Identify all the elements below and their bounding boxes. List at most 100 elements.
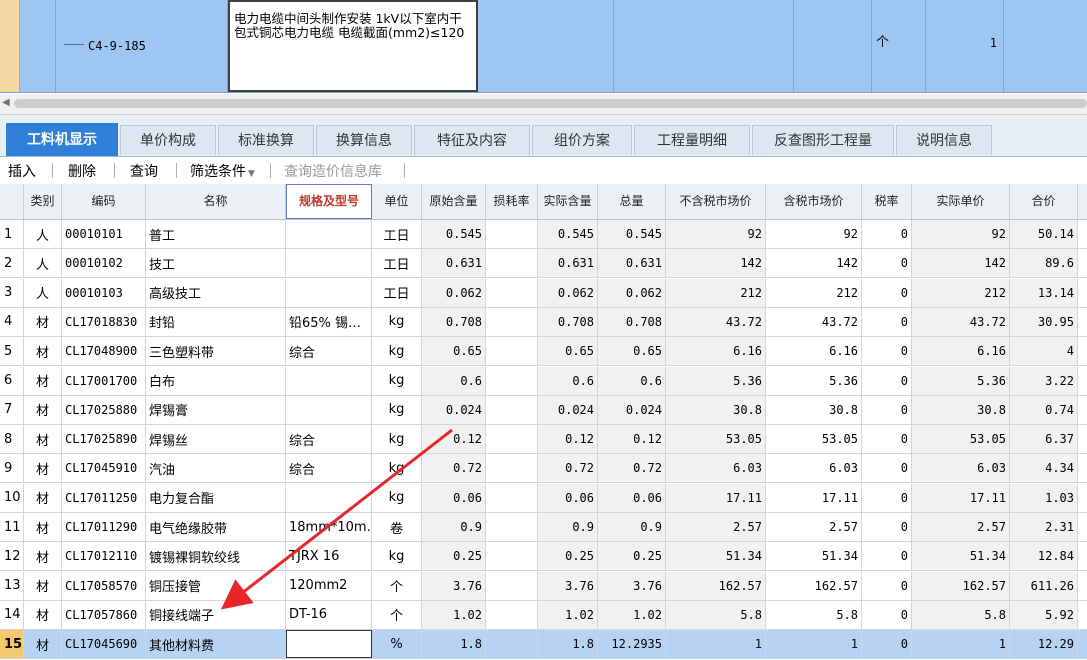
cell-actual-quantity[interactable]: 0.06 [538, 483, 598, 512]
cell-total[interactable]: 0.024 [598, 395, 666, 424]
cell-spec[interactable]: 综合 [286, 337, 372, 366]
cell-price-excl-tax[interactable]: 30.8 [666, 395, 766, 424]
cell-actual-quantity[interactable]: 0.708 [538, 307, 598, 336]
header-tax-rate[interactable]: 税率 [862, 184, 912, 219]
cell-actual-quantity[interactable]: 3.76 [538, 571, 598, 600]
cell-actual-unit-price[interactable]: 5.8 [912, 600, 1010, 629]
cell-price-excl-tax[interactable]: 1 [666, 630, 766, 659]
cell-price-excl-tax[interactable]: 43.72 [666, 307, 766, 336]
cell-price-excl-tax[interactable]: 6.16 [666, 337, 766, 366]
cell-loss-rate[interactable] [486, 395, 538, 424]
cell-unit[interactable]: kg [372, 395, 422, 424]
cell-name[interactable]: 高级技工 [146, 278, 286, 307]
cell-original-quantity[interactable]: 0.72 [422, 454, 486, 483]
cell-amount[interactable]: 2.31 [1010, 513, 1078, 541]
cell-tax-rate[interactable]: 0 [862, 220, 912, 248]
cell-type[interactable]: 材 [24, 542, 62, 571]
cell-amount[interactable]: 5.92 [1010, 600, 1078, 629]
cell-loss-rate[interactable] [486, 278, 538, 307]
cell-unit[interactable]: kg [372, 454, 422, 483]
cell-name[interactable]: 白布 [146, 366, 286, 395]
cell-price-incl-tax[interactable]: 53.05 [766, 425, 862, 454]
cell-spec[interactable] [286, 278, 372, 307]
cell-name[interactable]: 焊锡膏 [146, 395, 286, 424]
cell-total[interactable]: 12.2935 [598, 630, 666, 659]
cell-name[interactable]: 封铅 [146, 307, 286, 336]
cell-actual-unit-price[interactable]: 6.16 [912, 337, 1010, 366]
cell-tax-rate[interactable]: 0 [862, 278, 912, 307]
cell-loss-rate[interactable] [486, 513, 538, 541]
cell-code[interactable]: CL17045910 [62, 454, 146, 483]
cell-loss-rate[interactable] [486, 483, 538, 512]
insert-button[interactable]: 插入 [8, 161, 36, 181]
cell-code[interactable]: CL17011250 [62, 483, 146, 512]
cell-amount[interactable]: 13.14 [1010, 278, 1078, 307]
cell-type[interactable]: 材 [24, 630, 62, 659]
cell-unit[interactable]: 工日 [372, 220, 422, 248]
cell-price-incl-tax[interactable]: 43.72 [766, 307, 862, 336]
cell-spec[interactable] [286, 220, 372, 248]
table-row[interactable]: 8 材 CL17025890 焊锡丝 综合 kg 0.12 0.12 0.12 53.05 53.0… [0, 425, 1087, 455]
cell-code[interactable]: CL17045690 [62, 630, 146, 659]
cell-actual-quantity[interactable]: 0.72 [538, 454, 598, 483]
cell-unit[interactable]: kg [372, 425, 422, 454]
cell-original-quantity[interactable]: 0.12 [422, 425, 486, 454]
cell-type[interactable]: 材 [24, 600, 62, 629]
query-price-library-button[interactable]: 查询造价信息库 [284, 161, 382, 181]
cell-spec[interactable]: 铅65% 锡… [286, 307, 372, 336]
cell-price-incl-tax[interactable]: 6.03 [766, 454, 862, 483]
cell-loss-rate[interactable] [486, 337, 538, 366]
cell-price-excl-tax[interactable]: 5.36 [666, 366, 766, 395]
cell-spec[interactable]: 综合 [286, 454, 372, 483]
cell-name[interactable]: 镀锡裸铜软绞线 [146, 542, 286, 571]
header-total[interactable]: 总量 [598, 184, 666, 219]
cell-amount[interactable]: 0.74 [1010, 395, 1078, 424]
cell-actual-unit-price[interactable]: 212 [912, 278, 1010, 307]
cell-original-quantity[interactable]: 0.06 [422, 483, 486, 512]
cell-tax-rate[interactable]: 0 [862, 542, 912, 571]
header-actual-quantity[interactable]: 实际含量 [538, 184, 598, 219]
cell-spec[interactable] [286, 249, 372, 278]
cell-price-incl-tax[interactable]: 5.8 [766, 600, 862, 629]
cell-name[interactable]: 铜接线端子 [146, 600, 286, 629]
table-row[interactable]: 11 材 CL17011290 电气绝缘胶带 18mm*10m… 卷 0.9 0.9 0.9 2.… [0, 513, 1087, 542]
cell-original-quantity[interactable]: 0.6 [422, 366, 486, 395]
cell-loss-rate[interactable] [486, 425, 538, 454]
cell-code[interactable]: CL17011290 [62, 513, 146, 541]
cell-tax-rate[interactable]: 0 [862, 483, 912, 512]
cell-price-incl-tax[interactable]: 92 [766, 220, 862, 248]
header-amount[interactable]: 合价 [1010, 184, 1078, 219]
table-row[interactable]: 10 材 CL17011250 电力复合酯 kg 0.06 0.06 0.06 17.11 17.… [0, 483, 1087, 513]
cell-price-excl-tax[interactable]: 17.11 [666, 483, 766, 512]
cell-actual-unit-price[interactable]: 92 [912, 220, 1010, 248]
tab-reverse-check-quantity[interactable]: 反查图形工程量 [752, 125, 894, 155]
table-row[interactable]: 5 材 CL17048900 三色塑料带 综合 kg 0.65 0.65 0.65 6.16 6.1… [0, 337, 1087, 367]
cell-price-incl-tax[interactable]: 30.8 [766, 395, 862, 424]
tab-features-content[interactable]: 特征及内容 [414, 125, 530, 155]
header-loss-rate[interactable]: 损耗率 [486, 184, 538, 219]
cell-loss-rate[interactable] [486, 571, 538, 600]
cell-price-excl-tax[interactable]: 5.8 [666, 600, 766, 629]
cell-price-excl-tax[interactable]: 51.34 [666, 542, 766, 571]
table-row[interactable]: 7 材 CL17025880 焊锡膏 kg 0.024 0.024 0.024 30.8 30.8… [0, 395, 1087, 425]
cell-original-quantity[interactable]: 0.062 [422, 278, 486, 307]
cell-original-quantity[interactable]: 0.708 [422, 307, 486, 336]
cell-tax-rate[interactable]: 0 [862, 249, 912, 278]
cell-price-incl-tax[interactable]: 51.34 [766, 542, 862, 571]
parent-item-row[interactable]: C4-9-185 电力电缆中间头制作安装 1kV以下室内干包式铜芯电力电缆 电缆… [0, 0, 1087, 93]
cell-price-incl-tax[interactable]: 1 [766, 630, 862, 659]
cell-original-quantity[interactable]: 0.024 [422, 395, 486, 424]
cell-name[interactable]: 技工 [146, 249, 286, 278]
cell-total[interactable]: 0.9 [598, 513, 666, 541]
cell-original-quantity[interactable]: 0.9 [422, 513, 486, 541]
table-row[interactable]: 3 人 00010103 高级技工 工日 0.062 0.062 0.062 212 212 0 21… [0, 278, 1087, 308]
table-row[interactable]: 15 材 CL17045690 其他材料费% 1.8 1.8 12.2935 1 1 0 1 12.2… [0, 630, 1087, 660]
cell-tax-rate[interactable]: 0 [862, 395, 912, 424]
cell-spec[interactable]: 综合 [286, 425, 372, 454]
delete-button[interactable]: 删除 [68, 161, 96, 181]
cell-type[interactable]: 材 [24, 307, 62, 336]
query-button[interactable]: 查询 [130, 161, 158, 181]
table-row[interactable]: 4 材 CL17018830 封铅 铅65% 锡… kg 0.708 0.708 0.708 43… [0, 307, 1087, 337]
cell-actual-unit-price[interactable]: 1 [912, 630, 1010, 659]
header-spec[interactable]: 规格及型号 [286, 184, 372, 219]
